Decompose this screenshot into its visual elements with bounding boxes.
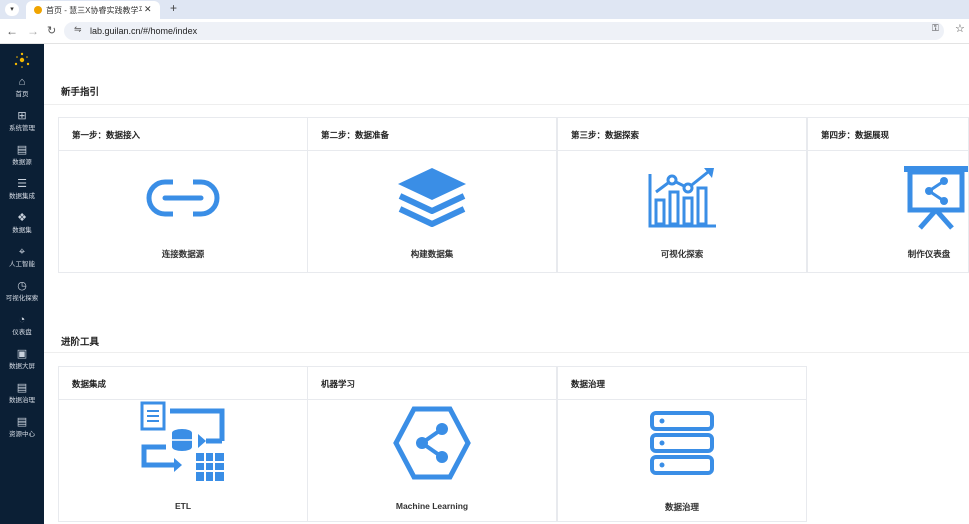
sidebar-item-governance[interactable]: ▤ 数据治理: [0, 380, 44, 414]
card-header: 第二步：数据准备: [308, 118, 556, 151]
sidebar-item-system[interactable]: ⊞ 系统管理: [0, 108, 44, 142]
stack-icon: ☰: [17, 178, 27, 190]
tool-card-etl[interactable]: 数据集成 ETL: [58, 366, 308, 522]
layers-icon: [398, 168, 466, 227]
card-label: 构建数据集: [410, 249, 454, 259]
card-label: Machine Learning: [395, 501, 469, 511]
section-title-tools: 进阶工具: [61, 337, 100, 348]
bookmark-star-icon[interactable]: ☆: [955, 22, 965, 35]
section-divider: [44, 104, 969, 105]
site-info-icon[interactable]: ⇋: [74, 24, 82, 35]
tool-card-governance[interactable]: 数据治理 数据治理: [557, 366, 807, 522]
sidebar-item-home[interactable]: ⌂ 首页: [0, 74, 44, 108]
folder-icon: ▤: [16, 416, 28, 428]
new-tab-icon[interactable]: +: [170, 1, 177, 15]
chart-trend-icon: [648, 168, 716, 228]
close-tab-icon[interactable]: ✕: [144, 4, 152, 15]
sidebar-item-bigscreen[interactable]: ▣ 数据大屏: [0, 346, 44, 380]
presentation-share-icon: [904, 166, 968, 230]
card-header: 数据治理: [558, 367, 806, 400]
logo-icon: [14, 52, 30, 68]
card-label: 连接数据源: [161, 249, 205, 259]
guide-card-dataset[interactable]: 第二步：数据准备 构建数据集: [307, 117, 557, 273]
sidebar-item-visual[interactable]: ◷ 可视化探索: [0, 278, 44, 312]
ai-icon: ⌖: [18, 246, 26, 258]
card-header: 数据集成: [59, 367, 307, 400]
favicon-icon: [34, 6, 42, 14]
back-icon[interactable]: ←: [6, 24, 18, 38]
gauge-icon: ◔: [18, 314, 26, 326]
sidebar-item-dataset[interactable]: ❖ 数据集: [0, 210, 44, 244]
card-label: 数据治理: [664, 502, 699, 512]
password-key-icon[interactable]: ⚿: [932, 23, 939, 34]
reload-icon[interactable]: ↻: [47, 24, 56, 37]
browser-toolbar: ← → ↻ ⇋ lab.guilan.cn/#/home/index: [0, 19, 969, 44]
etl-flow-icon: [140, 401, 225, 481]
guide-card-connect[interactable]: 第一步：数据接入 连接数据源: [58, 117, 308, 273]
link-icon: [146, 176, 220, 220]
grid-icon: ⊞: [17, 110, 27, 122]
cube-icon: ❖: [17, 212, 27, 224]
card-label: 可视化探索: [660, 249, 704, 259]
database-icon: ▤: [16, 144, 28, 156]
guide-card-dashboard[interactable]: 第四步：数据展现 制作仪表盘: [807, 117, 969, 273]
browser-tab[interactable]: 首页 - 慧三X协睿实践教学平台 ✕: [26, 1, 160, 19]
card-header: 第三步：数据探索: [558, 118, 806, 151]
sidebar-item-datasource[interactable]: ▤ 数据源: [0, 142, 44, 176]
tab-title: 首页 - 慧三X协睿实践教学平台: [46, 6, 142, 15]
server-stack-icon: [650, 411, 714, 475]
sidebar-item-ai[interactable]: ⌖ 人工智能: [0, 244, 44, 278]
sidebar-item-resources[interactable]: ▤ 资源中心: [0, 414, 44, 448]
home-icon: ⌂: [18, 76, 26, 88]
url-text: lab.guilan.cn/#/home/index: [90, 26, 198, 36]
card-header: 第一步：数据接入: [59, 118, 307, 151]
browser-tab-bar: ▾ 首页 - 慧三X协睿实践教学平台 ✕ +: [0, 0, 969, 19]
card-label: ETL: [174, 501, 192, 511]
tool-card-ml[interactable]: 机器学习 Machine Learning: [307, 366, 557, 522]
list-icon: ▤: [16, 382, 28, 394]
guide-card-explore[interactable]: 第三步：数据探索 可视化探索: [557, 117, 807, 273]
sidebar-item-dashboard[interactable]: ◔ 仪表盘: [0, 312, 44, 346]
card-header: 第四步：数据展现: [808, 118, 968, 151]
tab-search-icon[interactable]: ▾: [5, 3, 19, 16]
screen-icon: ▣: [16, 348, 28, 360]
address-bar[interactable]: ⇋ lab.guilan.cn/#/home/index: [64, 22, 944, 40]
section-divider: [44, 352, 969, 353]
card-label: 制作仪表盘: [907, 249, 951, 259]
ml-hexagon-icon: [393, 406, 471, 480]
sidebar: ⌂ 首页 ⊞ 系统管理 ▤ 数据源 ☰ 数据集成 ❖ 数据集 ⌖ 人工智能 ◷ …: [0, 44, 44, 524]
forward-icon[interactable]: →: [27, 24, 39, 38]
section-title-guide: 新手指引: [61, 87, 100, 98]
pie-icon: ◷: [17, 280, 27, 292]
sidebar-item-integration[interactable]: ☰ 数据集成: [0, 176, 44, 210]
card-header: 机器学习: [308, 367, 556, 400]
